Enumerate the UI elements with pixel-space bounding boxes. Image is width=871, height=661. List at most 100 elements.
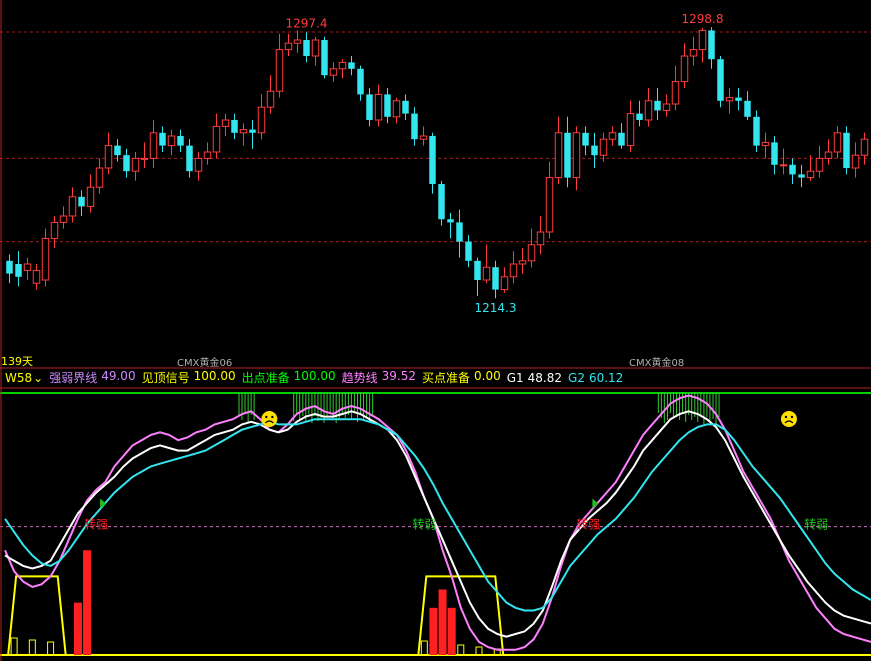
candle-body [104,145,113,169]
candle-body [527,244,536,262]
candle-body [545,177,554,233]
candle-body [140,157,149,160]
buy-prep-bar [457,644,465,656]
signal-bar [447,607,456,655]
candle-body [689,49,698,57]
candle-body [68,196,77,217]
arrow-right-icon [592,498,599,509]
candle-body [357,68,364,95]
candle-body [474,260,481,280]
smiley-eye [271,415,274,419]
candle-body [654,100,661,111]
candle-body [266,90,275,108]
candle-body [212,125,221,153]
candle-body [717,59,724,101]
signal-bar [73,602,82,655]
candle-body [86,186,95,207]
candle-body [366,94,373,120]
candle-body [798,174,805,178]
g2-line [4,418,871,612]
candle-body [572,132,581,179]
indicator-panel: 转强 转弱 转强 转弱 [0,392,871,656]
candlestick-panel: 1297.4 1298.8 1214.3 [0,12,871,315]
legend-label: 强弱界线 [49,371,98,385]
candle-body [402,100,409,114]
candle-body [284,42,293,51]
legend-value: 49.00 [101,369,136,383]
candle-body [744,100,751,117]
candle-body [419,135,428,140]
candle-body [698,29,707,51]
candle-body [456,222,463,242]
candle-body [554,132,563,179]
candle-body [114,145,121,156]
candle-body [824,151,833,159]
contract-label-2: CMX黄金08 [629,356,684,369]
candle-body [41,237,50,281]
candle-body [626,113,635,147]
legend-label: 趋势线 [341,371,378,385]
candle-body [779,164,788,167]
candle-body [275,49,284,92]
contract-label-1: CMX黄金06 [177,356,232,369]
market-chart: 1297.4 1298.8 1214.3 转强 转弱 转强 转弱 139天 CMX黄金06… [0,0,871,661]
smiley-icon [261,411,278,427]
candle-body [708,30,715,60]
candle-body [411,113,418,140]
candle-body [644,100,653,121]
candle-body [860,138,869,156]
indicator-legend-bar: W58 ⌄ 强弱界线 49.00 见顶信号 100.00 出点准备 100.00 趋势… [0,369,871,386]
candle-body [123,155,130,172]
candle-body [348,62,355,69]
candle-body [303,40,310,56]
candle-body [815,157,824,172]
signal-bar [429,607,438,655]
candle-body [384,94,391,117]
candle-body [509,263,518,278]
period-label: 139天 [1,355,33,368]
legend-label: 见顶信号 [141,371,190,385]
legend-g1: G1 48.82 [507,371,562,385]
smiley-eye [784,415,788,419]
smiley-eye [265,415,268,419]
candle-body [843,132,850,168]
signal-annotation: 转弱 [804,517,828,532]
signal-annotation: 转强 [84,517,108,532]
candle-body [518,260,527,265]
candle-body [23,263,32,271]
signal-annotation: 转强 [576,517,600,532]
candle-body [374,93,383,121]
candle-body [564,132,571,178]
candle-body [239,129,248,134]
candle-body [231,120,238,133]
candle-body [725,97,734,102]
legend-label: 出点准备 [241,371,290,385]
candle-body [608,132,617,140]
dropdown-chevron-icon[interactable]: ⌄ [33,371,43,385]
candle-body [438,184,445,220]
legend-label: 买点准备 [421,371,470,385]
candle-body [177,136,184,146]
buy-prep-bar [475,646,483,656]
candle-body [257,106,266,134]
candle-body [761,141,770,147]
candle-body [392,100,401,118]
candle-body [582,132,589,146]
buy-prep-bar [47,641,55,656]
signal-bar [83,550,92,655]
candle-body [482,266,491,281]
high-label-1: 1297.4 [286,16,328,30]
candle-body [599,138,608,156]
signal-bar [438,589,447,655]
legend-g2: G2 60.12 [568,371,623,385]
legend-strength-boundary: 强弱界线 49.00 [49,369,135,386]
candle-body [249,129,256,133]
candle-body [771,142,778,165]
arrow-right-icon [100,498,107,509]
smiley-icon [780,411,797,427]
candle-body [203,151,212,159]
candle-body [338,61,347,70]
legend-label: G2 [568,370,585,385]
indicator-name[interactable]: W58 [5,371,32,385]
legend-value: 60.12 [588,370,624,385]
